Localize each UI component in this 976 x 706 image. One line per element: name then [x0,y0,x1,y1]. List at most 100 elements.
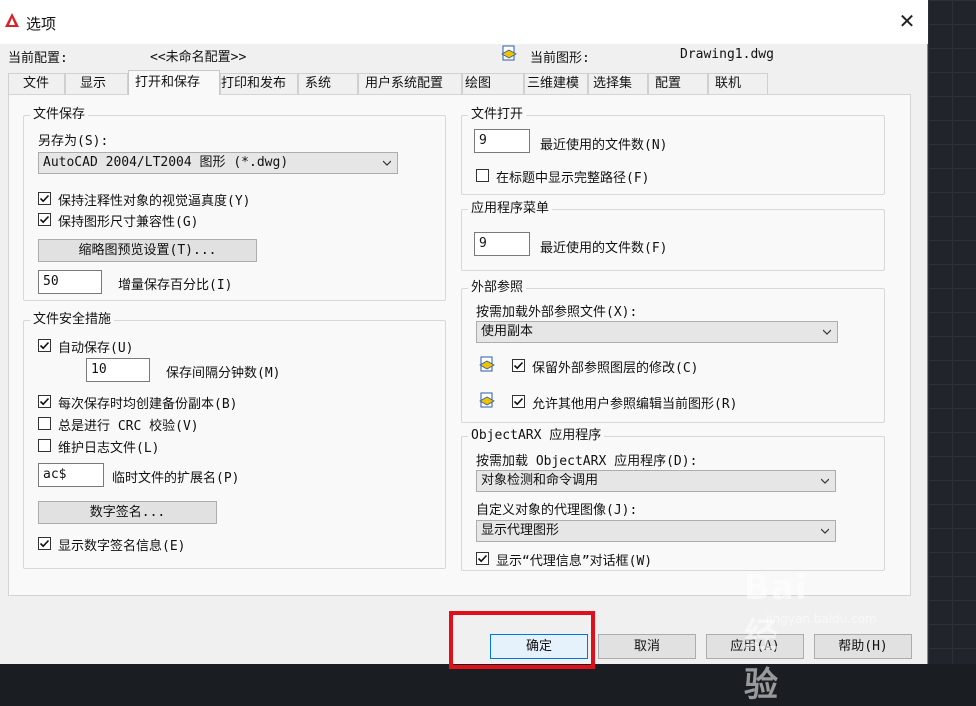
drawing-icon [479,356,495,372]
tab-system[interactable]: 系统 [298,73,358,95]
show-signature-info-label: 显示数字签名信息(E) [58,539,186,554]
allow-xref-edit-label: 允许其他用户参照编辑当前图形(R) [532,397,738,412]
objectarx-title: ObjectARX 应用程序 [468,428,605,444]
proxy-image-label: 自定义对象的代理图像(J): [476,503,638,518]
digital-signature-button[interactable]: 数字签名... [38,501,217,524]
options-dialog: 选项 ✕ 当前配置: <<未命名配置>> 当前图形: Drawing1.dwg … [0,0,928,664]
cancel-button[interactable]: 取消 [598,634,696,659]
cad-drawing-area [928,0,976,664]
app-menu-group: 应用程序菜单 9 最近使用的文件数(F) [461,201,885,271]
chevron-down-icon [821,478,829,484]
proxy-image-value: 显示代理图形 [481,523,560,538]
arx-demand-load-select[interactable]: 对象检测和命令调用 [476,470,836,492]
proxy-image-select[interactable]: 显示代理图形 [476,520,836,542]
log-file-checkbox[interactable] [38,439,51,452]
temp-extension-input[interactable]: ac$ [38,463,104,487]
app-menu-recent-input[interactable]: 9 [474,232,530,256]
tab-profiles[interactable]: 配置 [648,73,708,95]
maintain-drawing-size-checkbox[interactable] [38,213,51,226]
app-menu-title: 应用程序菜单 [468,201,553,217]
autocad-logo-icon [5,13,19,27]
thumbnail-settings-button[interactable]: 缩略图预览设置(T)... [38,239,257,262]
check-icon [39,215,50,224]
arx-demand-load-label: 按需加载 ObjectARX 应用程序(D): [476,454,698,469]
objectarx-group: ObjectARX 应用程序 按需加载 ObjectARX 应用程序(D): 对… [461,428,885,571]
check-icon [39,341,50,350]
drawing-icon [501,45,517,61]
open-save-panel: 文件保存 另存为(S): AutoCAD 2004/LT2004 图形 (*.d… [8,94,911,596]
check-icon [513,397,524,406]
help-button[interactable]: 帮助(H) [814,634,912,659]
xref-demand-load-value: 使用副本 [481,324,534,339]
file-save-group: 文件保存 另存为(S): AutoCAD 2004/LT2004 图形 (*.d… [23,107,446,301]
current-drawing-label: 当前图形: [530,51,590,66]
backup-copy-label: 每次保存时均创建备份副本(B) [58,397,238,412]
maintain-visual-fidelity-checkbox[interactable] [38,192,51,205]
tab-plot-publish[interactable]: 打印和发布 [220,73,298,95]
autosave-checkbox[interactable] [38,339,51,352]
file-open-group: 文件打开 9 最近使用的文件数(N) 在标题中显示完整路径(F) [461,107,885,195]
check-icon [39,539,50,548]
file-safety-group: 文件安全措施 自动保存(U) 10 保存间隔分钟数(M) 每次保存时均创建备份副… [23,312,446,569]
ok-button[interactable]: 确定 [490,634,588,659]
arx-demand-load-value: 对象检测和命令调用 [481,473,599,488]
save-as-label: 另存为(S): [38,134,109,149]
current-drawing-value: Drawing1.dwg [680,47,774,62]
save-as-value: AutoCAD 2004/LT2004 图形 (*.dwg) [43,155,289,170]
window-title: 选项 [26,15,57,33]
file-safety-title: 文件安全措施 [30,312,115,328]
xref-group: 外部参照 按需加载外部参照文件(X): 使用副本 保留外部参照图层的修改(C) … [461,280,885,423]
xref-demand-load-label: 按需加载外部参照文件(X): [476,305,638,320]
drawing-icon [479,392,495,408]
xref-title: 外部参照 [468,280,527,296]
crc-check-label: 总是进行 CRC 校验(V) [58,419,199,434]
retain-xref-changes-label: 保留外部参照图层的修改(C) [532,361,699,376]
chevron-down-icon [383,160,391,166]
tab-3d-modeling[interactable]: 三维建模 [524,73,588,95]
show-signature-info-checkbox[interactable] [38,537,51,550]
autosave-label: 自动保存(U) [58,341,134,356]
title-bar: 选项 ✕ [0,0,928,44]
check-icon [513,361,524,370]
tab-user-preferences[interactable]: 用户系统配置 [358,73,462,95]
crc-check-checkbox[interactable] [38,417,51,430]
full-path-label: 在标题中显示完整路径(F) [496,171,650,186]
show-proxy-dialog-checkbox[interactable] [476,552,489,565]
full-path-checkbox[interactable] [476,169,489,182]
recent-files-label: 最近使用的文件数(N) [540,138,668,153]
tab-online[interactable]: 联机 [708,73,768,95]
close-button[interactable]: ✕ [896,10,918,32]
incremental-save-input[interactable]: 50 [38,270,102,294]
incremental-save-label: 增量保存百分比(I) [118,278,233,293]
check-icon [477,554,488,563]
retain-xref-changes-checkbox[interactable] [512,359,525,372]
chevron-down-icon [823,329,831,335]
xref-demand-load-select[interactable]: 使用副本 [476,321,838,343]
save-interval-input[interactable]: 10 [86,358,150,382]
watermark-sub: jingyan.baidu.com [766,612,877,626]
maintain-drawing-size-label: 保持图形尺寸兼容性(G) [58,215,199,230]
save-as-select[interactable]: AutoCAD 2004/LT2004 图形 (*.dwg) [38,152,398,174]
tab-selection[interactable]: 选择集 [588,73,648,95]
save-interval-label: 保存间隔分钟数(M) [166,366,281,381]
app-menu-recent-label: 最近使用的文件数(F) [540,241,668,256]
current-profile-value: <<未命名配置>> [150,50,247,65]
tab-drafting[interactable]: 绘图 [462,73,524,95]
file-open-title: 文件打开 [468,107,527,123]
temp-extension-label: 临时文件的扩展名(P) [112,471,240,486]
tab-open-save[interactable]: 打开和保存 [128,70,220,95]
allow-xref-edit-checkbox[interactable] [512,395,525,408]
current-profile-label: 当前配置: [8,51,68,66]
tab-files[interactable]: 文件 [8,73,65,95]
tab-strip: 文件 显示 打开和保存 打印和发布 系统 用户系统配置 绘图 三维建模 选择集 … [8,70,768,95]
maintain-visual-fidelity-label: 保持注释性对象的视觉逼真度(Y) [58,194,251,209]
log-file-label: 维护日志文件(L) [58,441,160,456]
chevron-down-icon [821,528,829,534]
backup-copy-checkbox[interactable] [38,395,51,408]
watermark-main: Bai 经验 [744,568,808,705]
check-icon [39,194,50,203]
check-icon [39,397,50,406]
tab-display[interactable]: 显示 [65,73,128,95]
recent-files-input[interactable]: 9 [474,129,530,153]
show-proxy-dialog-label: 显示“代理信息”对话框(W) [496,554,653,569]
